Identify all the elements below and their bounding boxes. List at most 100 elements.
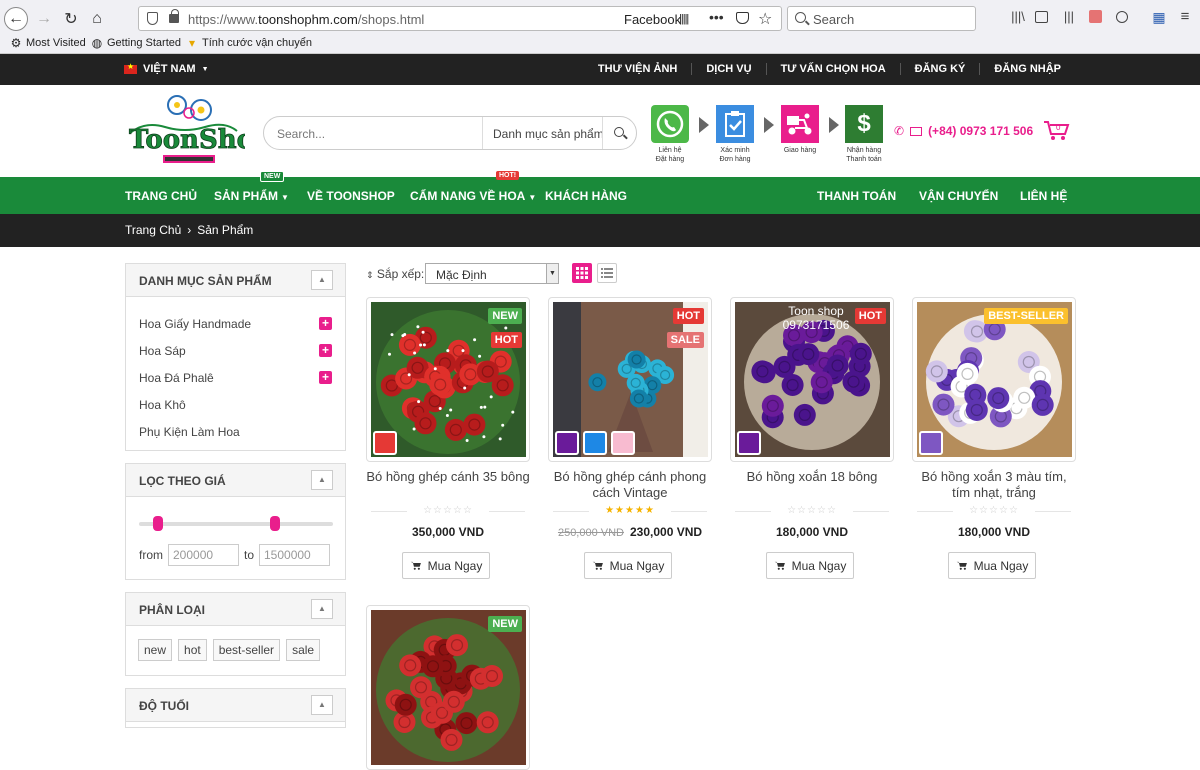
cart-icon[interactable]: 0 [1043,119,1071,141]
list-view-button[interactable] [597,263,617,283]
price-range-slider[interactable] [139,516,333,531]
product-image-frame[interactable]: NEW HOT [366,297,530,462]
category-item[interactable]: Hoa Khô [126,391,345,418]
product-name[interactable]: Bó hồng ghép cánh phong cách Vintage [548,469,712,501]
url-bar[interactable]: https://www.toonshophm.com/shops.html Fa… [138,6,782,31]
download-icon[interactable] [1089,10,1102,23]
product-image-frame[interactable]: NEW [366,605,530,770]
panel-title: ĐỘ TUỔI [139,699,189,713]
toonshop-logo[interactable]: ToonShop [125,93,245,168]
fence-icon[interactable]: ||||| [679,13,689,25]
toplink-register[interactable]: ĐĂNG KÝ [899,63,980,75]
forward-button[interactable]: → [32,7,56,31]
product-image-frame[interactable]: BEST-SELLER [912,297,1076,462]
nav-flower-guide[interactable]: CẨM NANG VỀ HOA ▼ [410,189,536,203]
containers-icon[interactable]: ||| [1061,9,1077,25]
lock-icon[interactable] [169,9,179,23]
product-name[interactable]: Bó hồng xoắn 18 bông [730,469,894,485]
color-swatch[interactable] [737,431,761,455]
image-watermark: Toon shop 0973171506 [782,304,850,332]
slider-handle-max[interactable] [269,516,280,531]
toplink-services[interactable]: DỊCH VỤ [691,63,765,75]
phone-icon: ✆ [894,124,905,138]
browser-search-input[interactable]: Search [787,6,976,31]
shield-icon[interactable] [147,12,158,25]
nav-shipping[interactable]: VẬN CHUYỂN [919,189,998,203]
top-links: THƯ VIỆN ẢNH DỊCH VỤ TƯ VẤN CHỌN HOA ĐĂN… [584,63,1075,75]
cart-icon [410,561,421,570]
svg-text:ToonShop: ToonShop [129,125,245,155]
grid-view-button[interactable] [572,263,592,283]
reload-button[interactable]: ↻ [59,7,83,31]
product-name[interactable]: Bó hồng xoắn 3 màu tím, tím nhạt, trắng [912,469,1076,501]
home-button[interactable]: ⌂ [85,7,109,31]
toplink-gallery[interactable]: THƯ VIỆN ẢNH [584,63,691,75]
category-item[interactable]: Hoa Đá Phalê + [126,364,345,391]
back-button[interactable]: ← [4,7,28,31]
color-swatch[interactable] [583,431,607,455]
buy-now-button[interactable]: Mua Ngay [766,552,854,579]
color-swatch[interactable] [611,431,635,455]
collapse-toggle[interactable]: ▲ [311,599,333,619]
url-text[interactable]: https://www.toonshophm.com/shops.html [188,12,424,27]
nav-customers[interactable]: KHÁCH HÀNG [545,189,627,203]
language-selector[interactable]: VIỆT NAM ▼ [124,62,209,75]
toplink-login[interactable]: ĐĂNG NHẬP [979,63,1075,75]
hotline[interactable]: ✆ (+84) 0973 171 506 [894,124,1033,138]
bookmark-most-visited[interactable]: ⚙ Most Visited [10,37,86,49]
category-item[interactable]: Hoa Sáp + [126,337,345,364]
more-actions-icon[interactable]: ••• [709,9,724,25]
bookmark-shipping-rates[interactable]: ▾ Tính cước vận chuyển [186,37,312,49]
nav-contact[interactable]: LIÊN HỆ [1020,189,1067,203]
buy-now-button[interactable]: Mua Ngay [948,552,1036,579]
plus-icon[interactable]: + [319,371,332,384]
plus-icon[interactable]: + [319,317,332,330]
category-dropdown[interactable]: Danh mục sản phẩm [482,117,614,149]
collapse-toggle[interactable]: ▲ [311,270,333,290]
nav-products[interactable]: SẢN PHẨM ▼ [214,189,289,203]
collapse-toggle[interactable]: ▲ [311,470,333,490]
search-placeholder: Search [813,12,855,27]
site-search[interactable]: Search... Danh mục sản phẩm [263,116,637,150]
buy-now-button[interactable]: Mua Ngay [584,552,672,579]
buy-now-button[interactable]: Mua Ngay [402,552,490,579]
facebook-container-label[interactable]: Facebook [624,12,681,27]
step-order: Liên hệ Đặt hàng [646,105,694,164]
pocket-icon[interactable] [736,12,749,24]
toplink-consult[interactable]: TƯ VẤN CHỌN HOA [765,63,900,75]
sort-select[interactable]: Mặc Định ▼ [425,263,559,284]
plus-icon[interactable]: + [319,344,332,357]
nav-payment[interactable]: THANH TOÁN [817,189,896,203]
tag-sale[interactable]: sale [286,639,321,661]
color-swatch[interactable] [919,431,943,455]
bookmark-getting-started[interactable]: ◍ Getting Started [91,37,181,49]
slider-handle-min[interactable] [153,516,164,531]
gift-icon[interactable]: ▦ [1151,9,1167,25]
site-search-input[interactable]: Search... [277,127,325,141]
account-icon[interactable] [1116,11,1128,23]
tag-new[interactable]: new [138,639,173,661]
product-image-frame[interactable]: HOT SALE [548,297,712,462]
price-from-input[interactable]: 200000 [168,544,239,566]
tag-best-seller[interactable]: best-seller [212,639,281,661]
sidebar-icon[interactable] [1035,11,1048,23]
price-to-input[interactable]: 1500000 [259,544,330,566]
library-icon[interactable]: |||\ [1010,9,1026,25]
color-swatch[interactable] [373,431,397,455]
tag-hot[interactable]: hot [178,639,207,661]
breadcrumb-home[interactable]: Trang Chủ [125,223,181,237]
product-image[interactable] [371,610,526,765]
collapse-toggle[interactable]: ▲ [311,695,333,715]
category-item[interactable]: Phụ Kiện Làm Hoa [126,418,345,445]
color-swatch[interactable] [555,431,579,455]
nav-home[interactable]: TRANG CHỦ [125,189,197,203]
category-item[interactable]: Hoa Giấy Handmade + [126,310,345,337]
search-button[interactable] [602,117,636,149]
menu-icon[interactable]: ≡ [1177,9,1193,25]
bookmark-star-icon[interactable]: ☆ [758,9,772,29]
step-arrow-icon [764,117,774,133]
product-name[interactable]: Bó hồng ghép cánh 35 bông [366,469,530,485]
product-label-sale: SALE [666,332,704,348]
nav-about[interactable]: VỀ TOONSHOP [307,189,395,203]
product-image-frame[interactable]: Toon shop 0973171506 HOT [730,297,894,462]
